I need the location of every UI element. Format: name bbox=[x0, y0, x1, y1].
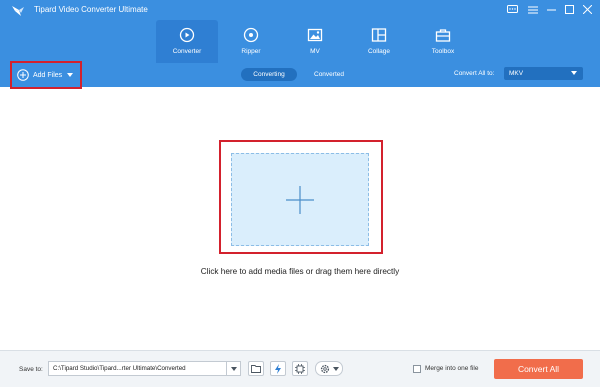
settings-button[interactable] bbox=[315, 361, 343, 376]
main-nav: Converter Ripper MV Collage Toolbox bbox=[156, 20, 474, 63]
tab-toolbox[interactable]: Toolbox bbox=[412, 20, 474, 63]
tab-converter[interactable]: Converter bbox=[156, 20, 218, 63]
chevron-down-icon bbox=[571, 71, 577, 75]
close-icon[interactable] bbox=[581, 3, 594, 16]
collage-icon bbox=[371, 28, 387, 42]
save-path-field[interactable]: C:\Tipard Studio\Tipard...rter Ultimate\… bbox=[48, 361, 241, 376]
feedback-icon[interactable] bbox=[506, 3, 519, 16]
open-folder-icon[interactable] bbox=[248, 361, 264, 376]
tab-ripper-label: Ripper bbox=[241, 48, 261, 55]
chevron-down-icon bbox=[332, 366, 339, 371]
gear-icon bbox=[320, 364, 329, 373]
tab-collage[interactable]: Collage bbox=[348, 20, 410, 63]
gpu-icon[interactable] bbox=[292, 361, 308, 376]
hardware-acceleration-icon[interactable] bbox=[270, 361, 286, 376]
maximize-icon[interactable] bbox=[563, 3, 576, 16]
convert-all-to-label: Convert All to: bbox=[454, 70, 495, 77]
app-logo-icon bbox=[12, 6, 24, 16]
output-format-select[interactable]: MKV bbox=[504, 67, 583, 80]
toolbox-icon bbox=[435, 29, 451, 42]
tab-converting[interactable]: Converting bbox=[241, 68, 297, 81]
converter-icon bbox=[179, 27, 195, 43]
save-to-label: Save to: bbox=[19, 366, 43, 373]
tab-collage-label: Collage bbox=[367, 48, 391, 55]
minimize-icon[interactable] bbox=[545, 3, 558, 16]
tab-converted[interactable]: Converted bbox=[301, 68, 357, 81]
merge-label: Merge into one file bbox=[425, 365, 479, 372]
add-files-label: Add Files bbox=[33, 71, 63, 79]
ripper-disc-icon bbox=[243, 27, 259, 43]
output-format-value: MKV bbox=[509, 70, 524, 77]
tab-toolbox-label: Toolbox bbox=[431, 48, 455, 55]
drop-hint-text: Click here to add media files or drag th… bbox=[200, 267, 400, 276]
save-path-value: C:\Tipard Studio\Tipard...rter Ultimate\… bbox=[53, 365, 186, 372]
chevron-down-icon[interactable] bbox=[226, 362, 240, 375]
add-circle-icon bbox=[17, 69, 29, 81]
tab-mv-label: MV bbox=[310, 48, 320, 55]
merge-checkbox[interactable] bbox=[413, 365, 421, 373]
menu-icon[interactable] bbox=[526, 3, 539, 16]
tab-converter-label: Converter bbox=[172, 48, 202, 55]
mv-image-icon bbox=[307, 28, 323, 42]
tab-mv[interactable]: MV bbox=[284, 20, 346, 63]
tab-ripper[interactable]: Ripper bbox=[220, 20, 282, 63]
convert-all-button[interactable]: Convert All bbox=[494, 359, 583, 379]
plus-icon bbox=[286, 185, 314, 214]
chevron-down-icon[interactable] bbox=[67, 73, 74, 77]
add-media-drop-zone[interactable] bbox=[231, 153, 369, 246]
add-files-button[interactable]: Add Files bbox=[10, 61, 82, 89]
app-title: Tipard Video Converter Ultimate bbox=[34, 5, 148, 14]
